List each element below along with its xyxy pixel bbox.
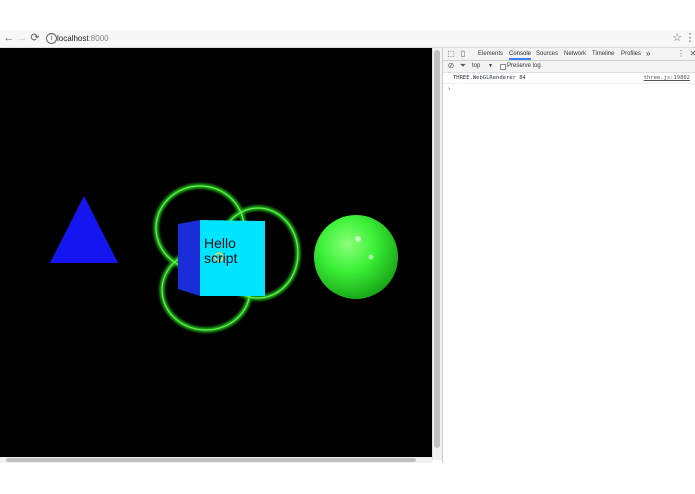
url-field[interactable]: localhost:8000 xyxy=(57,32,109,45)
devtools-tabbar: ⬚ ▯ Elements Console Sources Network Tim… xyxy=(443,48,695,61)
tab-console[interactable]: Console xyxy=(509,48,532,60)
forward-icon[interactable]: → xyxy=(16,31,28,45)
site-info-icon[interactable]: i xyxy=(46,33,57,44)
device-toolbar-icon[interactable]: ▯ xyxy=(458,49,468,59)
console-message-source-link[interactable]: three.js:19802 xyxy=(644,73,690,83)
sphere-mesh xyxy=(314,215,398,299)
more-tabs-icon[interactable]: » xyxy=(646,48,650,60)
console-toolbar: ⊘ ⏷ top ▼ Preserve log xyxy=(443,61,695,73)
url-port: :8000 xyxy=(88,34,109,43)
scroll-thumb[interactable] xyxy=(6,458,416,462)
preserve-log-checkbox[interactable] xyxy=(500,64,506,70)
tab-network[interactable]: Network xyxy=(564,48,586,60)
bookmark-star-icon[interactable]: ☆ xyxy=(671,31,683,45)
inspect-icon[interactable]: ⬚ xyxy=(446,49,456,59)
tab-timeline[interactable]: Timeline xyxy=(592,48,614,60)
page-vertical-scrollbar[interactable] xyxy=(432,48,442,460)
browser-menu-icon[interactable]: ⋮ xyxy=(684,31,695,45)
console-message: THREE.WebGLRenderer 84 three.js:19802 xyxy=(443,73,695,84)
console-prompt[interactable]: › xyxy=(447,84,451,94)
cube-text: Hello script xyxy=(204,236,237,266)
devtools-panel: ⬚ ▯ Elements Console Sources Network Tim… xyxy=(442,48,695,463)
filter-icon[interactable]: ⏷ xyxy=(458,61,468,71)
context-selector[interactable]: top xyxy=(472,61,480,72)
address-bar-row: ← → ⟳ i localhost:8000 ☆ ⋮ xyxy=(0,30,695,48)
back-icon[interactable]: ← xyxy=(3,31,15,45)
preserve-log-label: Preserve log xyxy=(507,63,541,69)
scroll-thumb[interactable] xyxy=(434,50,440,448)
devtools-menu-icon[interactable]: ⋮ xyxy=(676,49,686,59)
cone-mesh xyxy=(50,196,118,263)
page-horizontal-scrollbar[interactable] xyxy=(0,457,432,463)
webgl-canvas[interactable]: Hello script xyxy=(0,48,432,457)
context-dropdown-icon[interactable]: ▼ xyxy=(488,61,493,72)
url-host: localhost xyxy=(57,34,89,43)
tab-strip xyxy=(0,0,695,30)
cube-side-face xyxy=(178,220,200,296)
tab-sources[interactable]: Sources xyxy=(536,48,558,60)
tab-profiles[interactable]: Profiles xyxy=(621,48,641,60)
close-devtools-icon[interactable]: ✕ xyxy=(688,49,695,59)
console-output: THREE.WebGLRenderer 84 three.js:19802 › xyxy=(443,73,695,463)
cube-text-line1: Hello xyxy=(204,235,236,251)
console-message-text: THREE.WebGLRenderer 84 xyxy=(453,75,526,81)
tab-elements[interactable]: Elements xyxy=(478,48,503,60)
reload-icon[interactable]: ⟳ xyxy=(29,31,41,45)
clear-console-icon[interactable]: ⊘ xyxy=(446,61,456,71)
cube-text-line2: script xyxy=(204,250,238,266)
